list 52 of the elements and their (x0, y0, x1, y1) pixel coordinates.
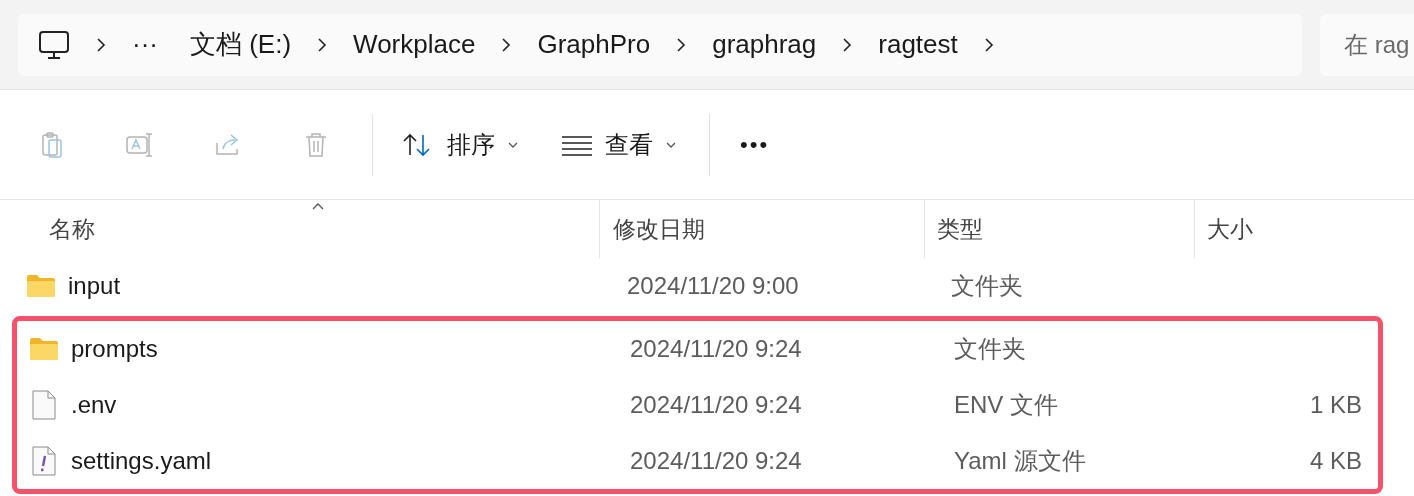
breadcrumb-item[interactable]: 文档 (E:) (190, 25, 292, 64)
column-header[interactable]: 名称 (49, 211, 95, 247)
file-row[interactable]: input 2024/11/20 9:00 文件夹 (14, 258, 1385, 314)
modified-date: 2024/11/20 9:00 (627, 272, 799, 299)
chevron-right-icon (842, 36, 853, 53)
chevron-right-icon (676, 36, 687, 53)
column-header-cell[interactable]: 修改日期 (600, 200, 925, 258)
file-row[interactable]: settings.yaml 2024/11/20 9:24 Yaml 源文件 4 KB (17, 433, 1378, 489)
file-type: Yaml 源文件 (954, 447, 1086, 474)
caret-down-icon (665, 140, 677, 149)
file-name: prompts (71, 334, 158, 364)
file-row[interactable]: .env 2024/11/20 9:24 ENV 文件 1 KB (17, 377, 1378, 433)
breadcrumb-item[interactable]: Workplace (353, 25, 476, 64)
caret-down-icon (507, 140, 519, 149)
view-menu-button[interactable]: 查看 (545, 116, 693, 173)
file-type: 文件夹 (954, 335, 1026, 362)
sort-menu-button[interactable]: 排序 (385, 116, 535, 173)
yaml-file-icon (32, 446, 56, 476)
column-header-cell[interactable]: 类型 (925, 200, 1195, 258)
chevron-right-icon (96, 36, 106, 53)
column-header-cell[interactable]: 名称 (0, 200, 600, 258)
breadcrumb-item[interactable]: ragtest (878, 25, 958, 64)
breadcrumb-item[interactable]: GraphPro (537, 25, 651, 64)
column-header[interactable]: 类型 (937, 211, 983, 247)
search-field[interactable]: 在 rag (1320, 13, 1414, 76)
file-name: input (68, 271, 121, 301)
column-header-cell[interactable]: 大小 (1195, 200, 1375, 258)
file-name: settings.yaml (71, 446, 212, 476)
folder-icon (26, 274, 56, 298)
column-header[interactable]: 大小 (1207, 211, 1253, 247)
file-type: ENV 文件 (954, 391, 1058, 418)
overflow-menu[interactable]: ··· (132, 25, 158, 64)
file-row[interactable]: prompts 2024/11/20 9:24 文件夹 (17, 321, 1378, 377)
modified-date: 2024/11/20 9:24 (630, 447, 802, 474)
more-options-button[interactable]: ••• (716, 116, 794, 173)
file-size: 4 KB (1309, 446, 1362, 476)
folder-icon (29, 337, 59, 361)
modified-date: 2024/11/20 9:24 (630, 335, 802, 362)
file-name: .env (71, 390, 117, 420)
chevron-right-icon (501, 36, 512, 53)
list-view-icon (561, 133, 593, 156)
file-size: 1 KB (1309, 390, 1362, 420)
search-placeholder: 在 rag (1344, 29, 1410, 60)
address-bar[interactable]: ··· 文档 (E:) Workplace GraphPro graphrag ragtest (18, 13, 1302, 76)
chevron-right-icon (317, 36, 328, 53)
computer-icon[interactable] (38, 29, 70, 60)
column-header[interactable]: 修改日期 (613, 211, 705, 247)
modified-date: 2024/11/20 9:24 (630, 391, 802, 418)
file-type: 文件夹 (951, 272, 1023, 299)
chevron-right-icon (983, 36, 994, 53)
file-icon (32, 390, 56, 420)
breadcrumb-item[interactable]: graphrag (712, 25, 817, 64)
